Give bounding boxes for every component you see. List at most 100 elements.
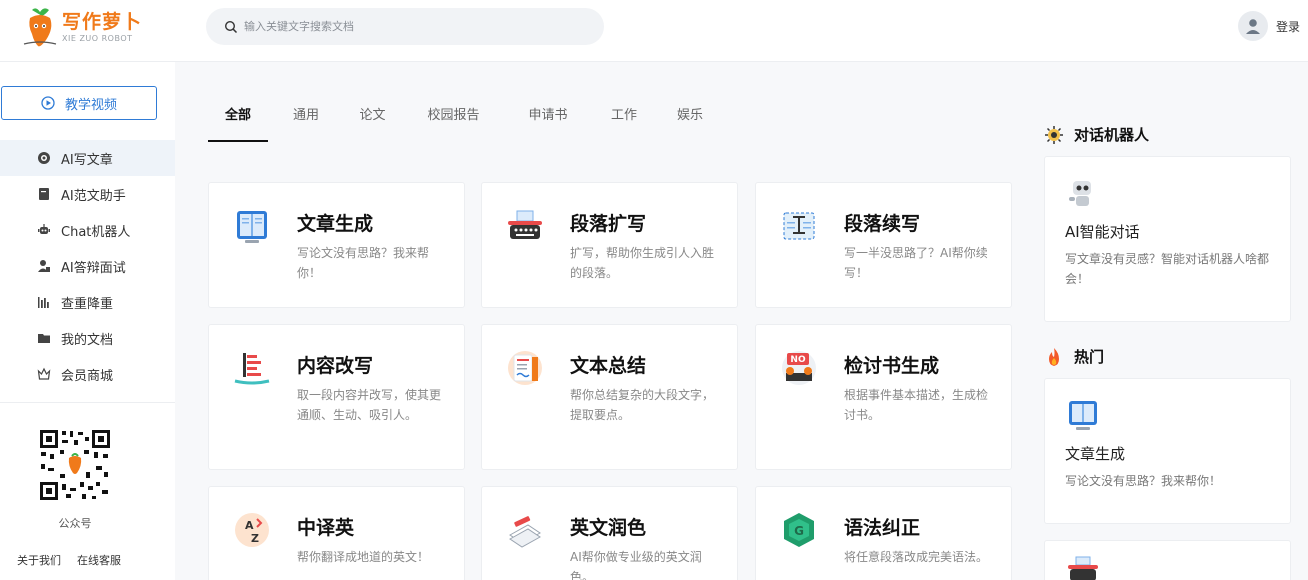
tab-all[interactable]: 全部 [208, 96, 268, 142]
brand-logo[interactable]: 写作萝卜 XIE ZUO ROBOT [22, 6, 142, 50]
sidebar-item-label: 我的文档 [61, 332, 114, 348]
card-title: 段落扩写 [570, 213, 647, 235]
robot-icon [38, 224, 50, 234]
robot-icon [1069, 181, 1091, 206]
card-description: 写论文没有思路？我来帮你！ [297, 246, 430, 280]
feature-card-expand[interactable]: 段落扩写 扩写，帮助你生成引人入胜的段落。 [481, 182, 738, 308]
book-open-icon [237, 211, 267, 243]
sidebar: 写作萝卜 XIE ZUO ROBOT 教学视频 AI写文章 AI范文助手 Cha… [0, 0, 175, 580]
hot-card-title: 文章生成 [1065, 445, 1126, 463]
sidebar-item-chatbot[interactable]: Chat机器人 [0, 212, 175, 248]
card-description: 根据事件基本描述，生成检讨书。 [844, 388, 989, 422]
card-description: 帮你总结复杂的大段文字，提取要点。 [570, 388, 715, 422]
card-title: 文章生成 [297, 213, 374, 235]
crown-icon [37, 367, 51, 380]
card-title: 检讨书生成 [844, 355, 940, 377]
feature-card-rewrite[interactable]: 内容改写 取一段内容并改写，使其更通顺、生动、吸引人。 [208, 324, 465, 470]
ai-chat-card-title: AI智能对话 [1065, 223, 1140, 241]
tab-application[interactable]: 申请书 [506, 96, 590, 142]
svg-text:Z: Z [251, 532, 259, 545]
polish-icon [509, 516, 541, 548]
qr-code-label: 公众号 [58, 517, 92, 530]
tab-general[interactable]: 通用 [268, 96, 344, 142]
card-description: 扩写，帮助你生成引人入胜的段落。 [570, 246, 715, 280]
card-title: 内容改写 [297, 355, 374, 377]
feature-card-article[interactable]: 文章生成 写论文没有思路？我来帮你！ [208, 182, 465, 308]
sidebar-divider [0, 402, 175, 403]
sidebar-item-plagiarism[interactable]: 查重降重 [0, 284, 175, 320]
translate-icon: A Z [235, 513, 269, 547]
feature-card-self-criticism[interactable]: NO 检讨书生成 根据事件基本描述，生成检讨书。 [755, 324, 1012, 470]
brand-name: 写作萝卜 [62, 11, 143, 33]
ai-write-icon [38, 152, 50, 164]
summary-icon [508, 351, 542, 385]
card-title: 英文润色 [570, 517, 647, 539]
sidebar-item-ai-write[interactable]: AI写文章 [0, 140, 175, 176]
text-cursor-icon [783, 212, 815, 240]
top-header: 登录 [175, 0, 1308, 62]
sidebar-item-essay-assistant[interactable]: AI范文助手 [0, 176, 175, 212]
tab-campus-report[interactable]: 校园报告 [401, 96, 506, 142]
brand-name-en: XIE ZUO ROBOT [62, 34, 133, 43]
carrot-logo-icon [23, 8, 57, 47]
typewriter-icon [508, 210, 542, 239]
sidebar-divider [0, 61, 175, 62]
search-input[interactable] [244, 20, 574, 33]
sidebar-item-label: 会员商城 [61, 368, 114, 384]
search-icon [224, 20, 238, 33]
tutorial-video-label: 教学视频 [64, 97, 117, 113]
login-label: 登录 [1275, 19, 1300, 34]
search-bar[interactable] [206, 8, 604, 45]
card-title: 段落续写 [844, 213, 921, 235]
sidebar-item-interview[interactable]: AI答辩面试 [0, 248, 175, 284]
sidebar-item-member-store[interactable]: 会员商城 [0, 356, 175, 392]
hot-article-card[interactable]: 文章生成 写论文没有思路？我来帮你！ [1044, 378, 1291, 524]
avatar [1237, 11, 1268, 41]
chatbot-section-title: 对话机器人 [1044, 124, 1149, 145]
tutorial-video-button[interactable]: 教学视频 [1, 86, 157, 120]
feature-card-grammar[interactable]: G 语法纠正 将任意段落改成完美语法。 [755, 486, 1012, 580]
sidebar-item-my-docs[interactable]: 我的文档 [0, 320, 175, 356]
rewrite-icon [234, 353, 270, 385]
no-sign-icon: NO [782, 351, 816, 385]
category-tabs: 全部 通用 论文 校园报告 申请书 工作 娱乐 [208, 96, 722, 142]
online-support-link[interactable]: 在线客服 [77, 552, 121, 568]
about-us-link[interactable]: 关于我们 [17, 552, 61, 568]
fire-icon [1049, 347, 1059, 366]
feature-card-summary[interactable]: 文本总结 帮你总结复杂的大段文字，提取要点。 [481, 324, 738, 470]
folder-icon [38, 334, 50, 343]
tab-paper[interactable]: 论文 [344, 96, 401, 142]
sidebar-item-label: AI范文助手 [61, 188, 126, 204]
sidebar-footer-links: 关于我们 在线客服 [17, 552, 137, 568]
ai-chat-card[interactable]: AI智能对话 写文章没有灵感？智能对话机器人啥都会！ [1044, 156, 1291, 322]
card-title: 中译英 [297, 517, 355, 539]
card-title: 语法纠正 [844, 517, 921, 539]
book-icon [39, 188, 49, 200]
robot-section-icon [1045, 125, 1063, 144]
interview-icon [38, 260, 50, 272]
section-title-text: 热门 [1074, 348, 1105, 366]
sidebar-item-label: 查重降重 [61, 296, 114, 312]
card-description: 将任意段落改成完美语法。 [844, 550, 989, 564]
typewriter-icon [1068, 556, 1098, 580]
user-icon [1245, 19, 1260, 34]
sidebar-item-label: Chat机器人 [61, 224, 131, 240]
hot-card-description: 写论文没有思路？我来帮你！ [1065, 474, 1222, 488]
tab-work[interactable]: 工作 [590, 96, 658, 142]
play-circle-icon [41, 96, 55, 110]
hot-expand-card[interactable] [1044, 540, 1291, 580]
login-button[interactable]: 登录 [1237, 11, 1300, 41]
card-description: 写一半没思路了？AI帮你续写！ [844, 246, 988, 280]
section-title-text: 对话机器人 [1074, 126, 1150, 144]
card-title: 文本总结 [570, 355, 647, 377]
feature-card-continue[interactable]: 段落续写 写一半没思路了？AI帮你续写！ [755, 182, 1012, 308]
sidebar-item-label: AI答辩面试 [61, 260, 126, 276]
tab-entertainment[interactable]: 娱乐 [658, 96, 722, 142]
book-open-icon [1069, 401, 1097, 430]
card-description: 帮你翻译成地道的英文！ [297, 550, 430, 564]
sidebar-nav: AI写文章 AI范文助手 Chat机器人 AI答辩面试 查重降重 我的文档 会员… [0, 140, 175, 392]
grammar-icon: G [784, 513, 814, 547]
chart-icon [38, 297, 49, 308]
feature-card-polish[interactable]: 英文润色 AI帮你做专业级的英文润色。 [481, 486, 738, 580]
feature-card-translate[interactable]: A Z 中译英 帮你翻译成地道的英文！ [208, 486, 465, 580]
